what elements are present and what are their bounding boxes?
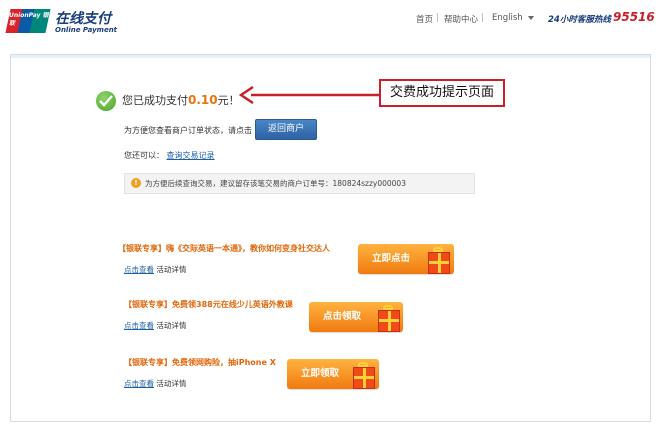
logo-title: 在线支付 bbox=[55, 11, 111, 27]
gift-bow-icon bbox=[358, 362, 368, 367]
gift-bow-icon bbox=[433, 247, 443, 252]
success-suffix: 元！ bbox=[217, 94, 240, 107]
promo-detail: 点击查看 活动详情 bbox=[124, 378, 186, 389]
query-hint: 您还可以： 查询交易记录 bbox=[124, 150, 215, 161]
promo-title: 【银联专享】嗨《交际英语一本通》，教你如何变身社交达人 bbox=[118, 244, 330, 253]
gift-box-icon bbox=[378, 310, 400, 332]
promo-detail: 点击查看 活动详情 bbox=[124, 320, 186, 331]
chevron-down-icon[interactable] bbox=[528, 16, 534, 20]
query-hint-prefix: 您还可以： bbox=[124, 151, 164, 160]
annotation-arrow-icon bbox=[239, 86, 379, 104]
return-merchant-button[interactable]: 返回商户 bbox=[255, 119, 317, 140]
gift-box-icon bbox=[428, 252, 450, 274]
promo-view-link[interactable]: 点击查看 bbox=[124, 321, 154, 330]
success-prefix: 您已成功支付 bbox=[122, 94, 188, 107]
gift-box-icon bbox=[353, 367, 375, 389]
nav-help-link[interactable]: 帮助中心 bbox=[444, 13, 478, 25]
info-icon: ! bbox=[131, 178, 141, 188]
language-selector[interactable]: English bbox=[492, 13, 523, 23]
top-header: UnionPay 银联 在线支付 Online Payment 首页 | 帮助中… bbox=[0, 0, 658, 42]
logo-subtitle: Online Payment bbox=[55, 26, 118, 34]
annotation-callout: 交费成功提示页面 bbox=[379, 79, 505, 107]
nav-divider: | bbox=[436, 13, 439, 23]
promo-view-link[interactable]: 点击查看 bbox=[124, 265, 154, 274]
nav-divider: | bbox=[481, 13, 484, 23]
paid-amount: 0.10 bbox=[188, 93, 218, 107]
order-number-notice: ! 为方便后续查询交易，建议留存该笔交易的商户订单号：180824szzy000… bbox=[124, 173, 475, 194]
hotline-number: 95516 bbox=[613, 10, 655, 24]
order-status-hint: 为方便您查看商户订单状态，请点击 bbox=[124, 126, 252, 135]
gift-bow-icon bbox=[383, 305, 393, 310]
promo-detail: 点击查看 活动详情 bbox=[124, 264, 186, 275]
promo-title: 【银联专享】免费领388元在线少儿英语外教课 bbox=[124, 300, 293, 309]
logo-card-text: UnionPay 银联 bbox=[9, 12, 49, 27]
panel-top-border bbox=[11, 55, 650, 58]
payment-success-message: 您已成功支付0.10元！ bbox=[122, 92, 240, 108]
success-check-icon bbox=[96, 91, 116, 111]
promo-title: 【银联专享】免费领网购险，抽iPhone X bbox=[124, 358, 276, 367]
notice-text: 为方便后续查询交易，建议留存该笔交易的商户订单号：180824szzy00000… bbox=[145, 179, 406, 188]
promo-detail-label: 活动详情 bbox=[156, 265, 187, 274]
nav-home-link[interactable]: 首页 bbox=[416, 13, 433, 25]
unionpay-logo[interactable]: UnionPay 银联 bbox=[5, 9, 51, 33]
query-records-link[interactable]: 查询交易记录 bbox=[167, 151, 215, 160]
promo-view-link[interactable]: 点击查看 bbox=[124, 379, 154, 388]
promo-detail-label: 活动详情 bbox=[156, 321, 187, 330]
promo-detail-label: 活动详情 bbox=[156, 379, 187, 388]
hotline-label: 24小时客服热线 bbox=[548, 15, 611, 25]
